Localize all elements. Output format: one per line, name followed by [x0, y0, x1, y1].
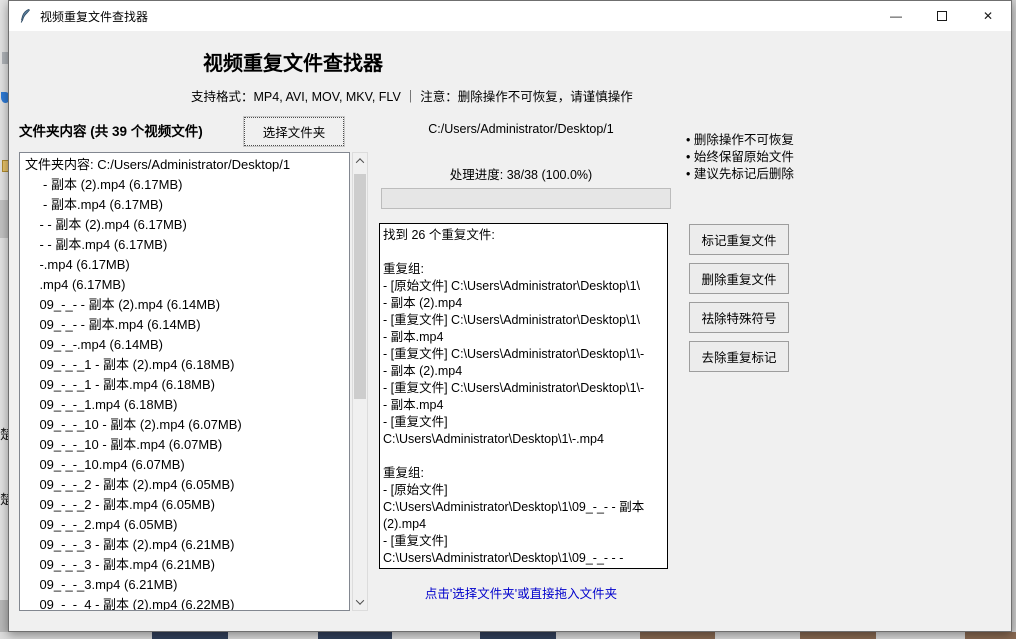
chevron-up-icon	[356, 158, 364, 166]
video-thumbnail	[965, 632, 1016, 639]
list-item[interactable]: 09_-_-_1.mp4 (6.18MB)	[25, 395, 349, 415]
result-line: (2).mp4	[383, 516, 665, 533]
note-line: • 删除操作不可恢复	[686, 132, 794, 149]
result-line: - [重复文件]	[383, 533, 665, 550]
desktop-scroll-fragment	[0, 200, 8, 238]
scroll-down-button[interactable]	[353, 594, 367, 610]
list-item[interactable]: - 副本 (2).mp4 (6.17MB)	[25, 175, 349, 195]
maximize-button[interactable]	[919, 1, 965, 31]
title-bar[interactable]: 视频重复文件查找器 — ✕	[9, 1, 1011, 31]
window-title: 视频重复文件查找器	[40, 8, 148, 25]
note-line: • 始终保留原始文件	[686, 149, 794, 166]
remove-special-chars-button[interactable]: 祛除特殊符号	[689, 302, 789, 333]
mark-duplicates-button[interactable]: 标记重复文件	[689, 224, 789, 255]
list-item[interactable]: 09_-_-_1 - 副本 (2).mp4 (6.18MB)	[25, 355, 349, 375]
result-line: 重复组:	[383, 261, 665, 278]
list-item[interactable]: 09_-_-_2 - 副本.mp4 (6.05MB)	[25, 495, 349, 515]
list-item[interactable]: 09_-_-_4 - 副本 (2).mp4 (6.22MB)	[25, 595, 349, 611]
window-controls: — ✕	[873, 1, 1011, 31]
warning-notes: • 删除操作不可恢复 • 始终保留原始文件 • 建议先标记后删除	[686, 132, 794, 183]
result-line: - 副本.mp4	[383, 397, 665, 414]
note-line: • 建议先标记后删除	[686, 166, 794, 183]
current-folder-path: C:/Users/Administrator/Desktop/1	[373, 122, 669, 136]
list-item[interactable]: -.mp4 (6.17MB)	[25, 255, 349, 275]
action-buttons: 标记重复文件 删除重复文件 祛除特殊符号 去除重复标记	[689, 224, 789, 372]
result-line: - 副本 (2).mp4	[383, 295, 665, 312]
file-list-scrollbar[interactable]	[352, 152, 368, 611]
video-thumbnail	[318, 632, 392, 639]
maximize-icon	[937, 11, 947, 21]
close-icon: ✕	[983, 9, 993, 23]
video-thumbnail	[640, 632, 715, 639]
result-line: 找到 26 个重复文件:	[383, 227, 665, 244]
result-line: - 副本 (2).mp4	[383, 363, 665, 380]
result-line	[383, 448, 665, 465]
list-item[interactable]: 09_-_-_2.mp4 (6.05MB)	[25, 515, 349, 535]
supported-formats-note: 支持格式：MP4, AVI, MOV, MKV, FLV ｜ 注意：删除操作不可…	[191, 86, 633, 105]
scrollbar-thumb[interactable]	[354, 174, 366, 399]
result-line: - [重复文件] C:\Users\Administrator\Desktop\…	[383, 346, 665, 363]
page-title: 视频重复文件查找器	[203, 47, 383, 76]
desktop-label-fragment: 楚	[0, 489, 8, 508]
desktop-label-fragment: 楚	[0, 424, 8, 443]
list-item[interactable]: 09_-_-_1 - 副本.mp4 (6.18MB)	[25, 375, 349, 395]
drop-folder-hint[interactable]: 点击'选择文件夹'或直接拖入文件夹	[373, 583, 669, 602]
app-feather-icon	[17, 8, 33, 24]
list-item[interactable]: 09_-_-_2 - 副本 (2).mp4 (6.05MB)	[25, 475, 349, 495]
result-line: - [重复文件]	[383, 414, 665, 431]
result-line	[383, 244, 665, 261]
desktop-left-edge: 楚 楚	[0, 0, 8, 639]
list-item[interactable]: 09_-_-_10.mp4 (6.07MB)	[25, 455, 349, 475]
video-thumbnail	[152, 632, 228, 639]
result-line: - 副本.mp4	[383, 329, 665, 346]
app-window: 视频重复文件查找器 — ✕ 视频重复文件查找器 支持格式：MP4, AVI, M…	[8, 0, 1012, 632]
list-item[interactable]: - - 副本 (2).mp4 (6.17MB)	[25, 215, 349, 235]
scroll-up-button[interactable]	[353, 153, 367, 169]
result-line: - [重复文件] C:\Users\Administrator\Desktop\…	[383, 312, 665, 329]
list-item[interactable]: - - 副本.mp4 (6.17MB)	[25, 235, 349, 255]
list-item[interactable]: 文件夹内容: C:/Users/Administrator/Desktop/1	[25, 155, 349, 175]
chevron-down-icon	[356, 596, 364, 604]
result-line: C:\Users\Administrator\Desktop\1\09_-_- …	[383, 550, 665, 567]
progress-label: 处理进度: 38/38 (100.0%)	[373, 164, 669, 183]
progress-bar	[381, 188, 671, 209]
file-list[interactable]: 文件夹内容: C:/Users/Administrator/Desktop/1 …	[19, 152, 350, 611]
list-item[interactable]: 09_-_- - 副本.mp4 (6.14MB)	[25, 315, 349, 335]
result-line: C:\Users\Administrator\Desktop\1\09_-_- …	[383, 499, 665, 516]
select-folder-button[interactable]: 选择文件夹	[244, 117, 344, 146]
result-line: 重复组:	[383, 465, 665, 482]
minimize-icon: —	[890, 9, 902, 23]
list-item[interactable]: 09_-_-_3 - 副本.mp4 (6.21MB)	[25, 555, 349, 575]
list-item[interactable]: .mp4 (6.17MB)	[25, 275, 349, 295]
result-line: - [原始文件]	[383, 482, 665, 499]
folder-content-header: 文件夹内容 (共 39 个视频文件)	[19, 120, 203, 140]
list-item[interactable]: 09_-_- - 副本 (2).mp4 (6.14MB)	[25, 295, 349, 315]
list-item[interactable]: 09_-_-_3.mp4 (6.21MB)	[25, 575, 349, 595]
remove-duplicate-marks-button[interactable]: 去除重复标记	[689, 341, 789, 372]
video-thumbnail	[480, 632, 556, 639]
list-item[interactable]: 09_-_-_10 - 副本 (2).mp4 (6.07MB)	[25, 415, 349, 435]
desktop-icon-fragment	[1, 92, 8, 103]
list-item[interactable]: 09_-_-_3 - 副本 (2).mp4 (6.21MB)	[25, 535, 349, 555]
list-item[interactable]: 09_-_-.mp4 (6.14MB)	[25, 335, 349, 355]
duplicate-results-text[interactable]: 找到 26 个重复文件:重复组:- [原始文件] C:\Users\Admini…	[379, 223, 668, 569]
result-line: C:\Users\Administrator\Desktop\1\-.mp4	[383, 431, 665, 448]
minimize-button[interactable]: —	[873, 1, 919, 31]
result-line: - [原始文件] C:\Users\Administrator\Desktop\…	[383, 278, 665, 295]
list-item[interactable]: - 副本.mp4 (6.17MB)	[25, 195, 349, 215]
list-item[interactable]: 09_-_-_10 - 副本.mp4 (6.07MB)	[25, 435, 349, 455]
close-button[interactable]: ✕	[965, 1, 1011, 31]
result-line: - [重复文件] C:\Users\Administrator\Desktop\…	[383, 380, 665, 397]
video-thumbnail	[800, 632, 876, 639]
delete-duplicates-button[interactable]: 删除重复文件	[689, 263, 789, 294]
